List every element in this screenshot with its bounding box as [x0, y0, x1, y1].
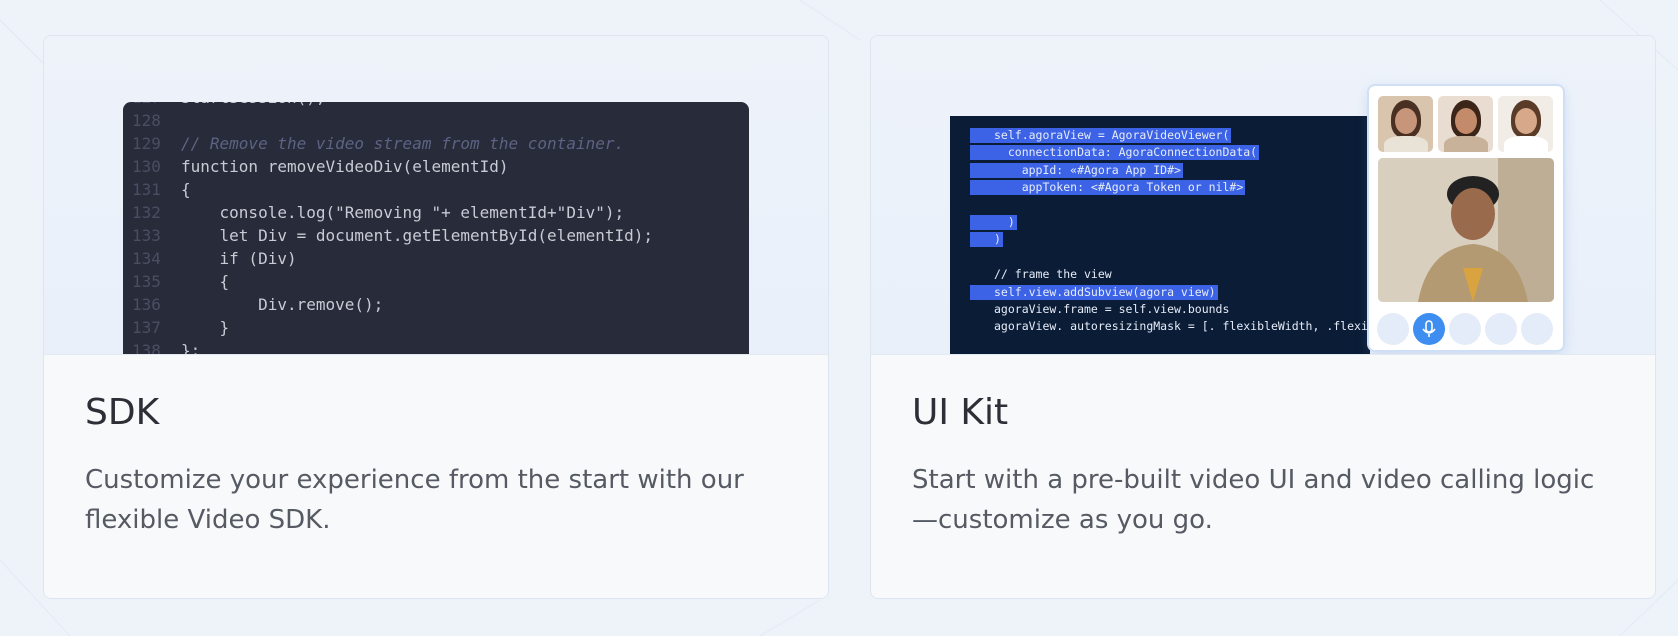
code-text: {	[181, 272, 230, 291]
card-description: Start with a pre-built video UI and vide…	[912, 465, 1595, 535]
call-control-button[interactable]	[1485, 313, 1517, 345]
line-number: 127	[132, 102, 166, 107]
code-line: agoraView. autoresizingMask = [. flexibl…	[994, 319, 1370, 334]
code-line: )	[970, 232, 1003, 248]
call-control-button[interactable]	[1449, 313, 1481, 345]
uikit-preview: self.agoraView = AgoraVideoViewer( conne…	[871, 36, 1655, 355]
code-text: function removeVideoDiv(elementId)	[181, 157, 509, 176]
sdk-card[interactable]: 127 startSession(); 128 129 // Remove the vi…	[43, 35, 829, 599]
line-number: 130	[132, 157, 161, 176]
card-description: Customize your experience from the start…	[85, 465, 744, 535]
code-text: // Remove the video stream from the cont…	[181, 134, 625, 153]
code-text: startSession();	[181, 102, 326, 107]
sdk-code-preview: 127 startSession(); 128 129 // Remove the vi…	[44, 36, 828, 355]
code-line: appId: «#Agora App ID#>	[970, 162, 1183, 178]
participant-thumbnail	[1498, 96, 1553, 152]
line-number: 131	[132, 180, 161, 199]
line-number: 132	[132, 203, 161, 222]
code-line: // frame the view	[994, 267, 1112, 282]
code-line: self.view.addSubview(agora view)	[970, 284, 1218, 300]
call-control-button[interactable]	[1377, 313, 1409, 345]
code-line: connectionData: AgoraConnectionData(	[970, 145, 1260, 161]
code-text: console.log("Removing "+ elementId+"Div"…	[181, 203, 625, 222]
code-text: }	[181, 318, 230, 337]
line-number: 129	[132, 134, 161, 153]
line-number: 134	[132, 249, 161, 268]
swift-code-panel: self.agoraView = AgoraVideoViewer( conne…	[950, 116, 1370, 354]
card-title: UI Kit	[912, 392, 1009, 433]
code-line: appToken: <#Agora Token or nil#>	[970, 180, 1246, 196]
person-illustration	[1378, 158, 1554, 302]
code-line: self.agoraView = AgoraVideoViewer(	[970, 128, 1232, 143]
microphone-button[interactable]	[1413, 313, 1445, 345]
line-number: 128	[132, 111, 161, 130]
card-title: SDK	[85, 392, 160, 433]
call-control-button[interactable]	[1521, 313, 1553, 345]
code-text: Div.remove();	[181, 295, 384, 314]
code-text: };	[181, 341, 201, 355]
uikit-card[interactable]: self.agoraView = AgoraVideoViewer( conne…	[870, 35, 1656, 599]
code-text: {	[181, 180, 191, 199]
main-participant-video	[1378, 158, 1554, 302]
microphone-icon	[1422, 320, 1436, 337]
code-line: agoraView.frame = self.view.bounds	[994, 302, 1230, 316]
line-number: 138	[132, 341, 161, 355]
participant-thumbnail	[1378, 96, 1433, 152]
code-text: let Div = document.getElementById(elemen…	[181, 226, 654, 245]
line-number: 136	[132, 295, 161, 314]
video-call-widget	[1369, 86, 1563, 350]
code-editor: 127 startSession(); 128 129 // Remove the vi…	[123, 102, 749, 355]
code-line: )	[970, 215, 1017, 230]
participant-thumbnail	[1438, 96, 1493, 152]
line-number: 137	[132, 318, 161, 337]
line-number: 133	[132, 226, 161, 245]
line-number: 135	[132, 272, 161, 291]
code-text: if (Div)	[181, 249, 297, 268]
